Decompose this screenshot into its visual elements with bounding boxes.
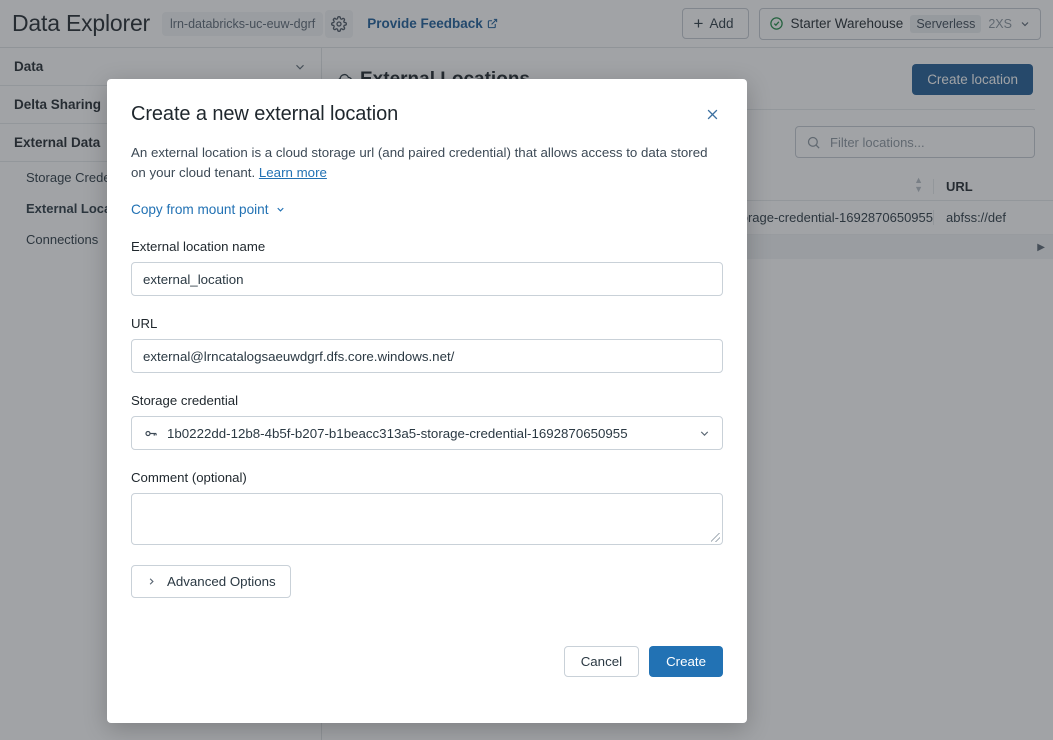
storage-credential-value: 1b0222dd-12b8-4b5f-b207-b1beacc313a5-sto… bbox=[167, 425, 628, 441]
copy-from-mount-point-button[interactable]: Copy from mount point bbox=[131, 202, 286, 217]
storage-credential-select[interactable]: 1b0222dd-12b8-4b5f-b207-b1beacc313a5-sto… bbox=[131, 416, 723, 450]
comment-label: Comment (optional) bbox=[131, 470, 247, 485]
advanced-options-label: Advanced Options bbox=[167, 574, 276, 589]
learn-more-link[interactable]: Learn more bbox=[259, 165, 327, 180]
close-icon[interactable] bbox=[699, 101, 725, 127]
external-location-name-label: External location name bbox=[131, 239, 266, 254]
dialog-description-text: An external location is a cloud storage … bbox=[131, 145, 708, 180]
advanced-options-button[interactable]: Advanced Options bbox=[131, 565, 291, 598]
url-input[interactable]: external@lrncatalogsaeuwdgrf.dfs.core.wi… bbox=[131, 339, 723, 373]
comment-textarea[interactable] bbox=[131, 493, 723, 545]
dialog-title: Create a new external location bbox=[131, 103, 399, 125]
chevron-down-icon bbox=[275, 204, 286, 215]
dialog-actions: Cancel Create bbox=[563, 646, 723, 677]
screen: Data Explorer lrn-databricks-uc-euw-dgrf… bbox=[0, 0, 1053, 740]
chevron-right-icon bbox=[146, 576, 157, 587]
external-location-name-value: external_location bbox=[143, 271, 244, 287]
url-label: URL bbox=[131, 316, 158, 331]
key-icon bbox=[143, 426, 158, 441]
create-external-location-dialog: Create a new external location An extern… bbox=[107, 79, 747, 723]
external-location-name-input[interactable]: external_location bbox=[131, 262, 723, 296]
storage-credential-label: Storage credential bbox=[131, 393, 239, 408]
dialog-description: An external location is a cloud storage … bbox=[131, 143, 711, 182]
cancel-button[interactable]: Cancel bbox=[563, 646, 640, 677]
copy-from-mount-point-label: Copy from mount point bbox=[131, 202, 269, 217]
create-button[interactable]: Create bbox=[649, 646, 723, 677]
chevron-down-icon bbox=[698, 427, 711, 440]
url-value: external@lrncatalogsaeuwdgrf.dfs.core.wi… bbox=[143, 348, 455, 364]
